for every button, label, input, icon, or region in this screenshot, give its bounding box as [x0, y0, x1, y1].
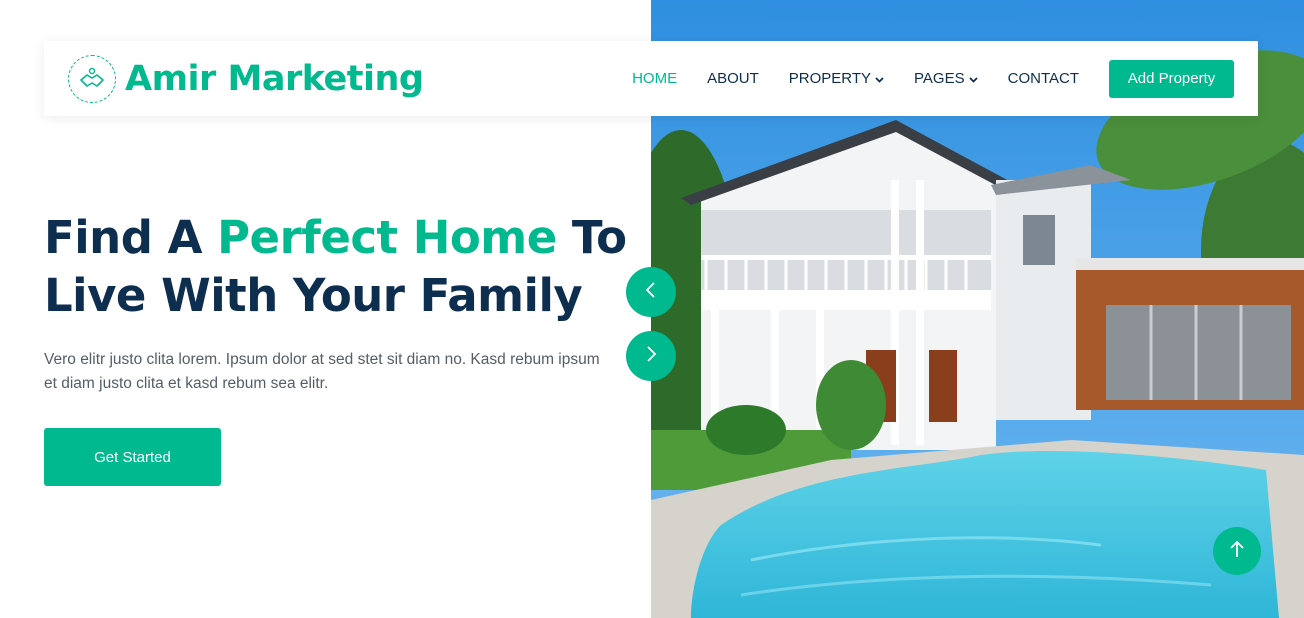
chevron-down-icon	[968, 70, 978, 87]
nav-menu: HOME ABOUT PROPERTY PAGES CONTACT Add Pr…	[632, 59, 1234, 98]
chevron-left-icon	[644, 281, 658, 304]
hero-title-part1: Find A	[44, 211, 218, 264]
handshake-icon	[68, 54, 116, 103]
add-property-button[interactable]: Add Property	[1109, 59, 1234, 98]
nav-item-label: HOME	[632, 70, 678, 87]
nav-item-label: PROPERTY	[788, 70, 872, 87]
chevron-right-icon	[644, 345, 658, 368]
nav-item-property[interactable]: PROPERTY	[789, 70, 884, 87]
nav-item-label: PAGES	[914, 70, 965, 87]
navbar: Amir Marketing HOME ABOUT PROPERTY PAGES…	[44, 41, 1258, 116]
nav-item-contact[interactable]: CONTACT	[1008, 70, 1079, 87]
back-to-top-button[interactable]	[1213, 527, 1261, 575]
nav-item-pages[interactable]: PAGES	[914, 70, 978, 87]
brand-name: Amir Marketing	[125, 58, 424, 99]
carousel-next-button[interactable]	[626, 331, 676, 381]
brand-logo[interactable]: Amir Marketing	[68, 54, 424, 103]
hero-title: Find A Perfect Home To Live With Your Fa…	[44, 209, 644, 325]
nav-item-about[interactable]: ABOUT	[707, 70, 759, 87]
arrow-up-icon	[1229, 539, 1245, 564]
nav-item-label: ABOUT	[707, 70, 759, 87]
get-started-button[interactable]: Get Started	[44, 428, 221, 486]
chevron-down-icon	[875, 70, 884, 87]
nav-item-label: CONTACT	[1007, 70, 1079, 87]
hero-title-accent: Perfect Home	[217, 211, 557, 264]
hero-description: Vero elitr justo clita lorem. Ipsum dolo…	[44, 351, 600, 392]
nav-item-home[interactable]: HOME	[632, 70, 677, 87]
carousel-prev-button[interactable]	[626, 267, 676, 317]
